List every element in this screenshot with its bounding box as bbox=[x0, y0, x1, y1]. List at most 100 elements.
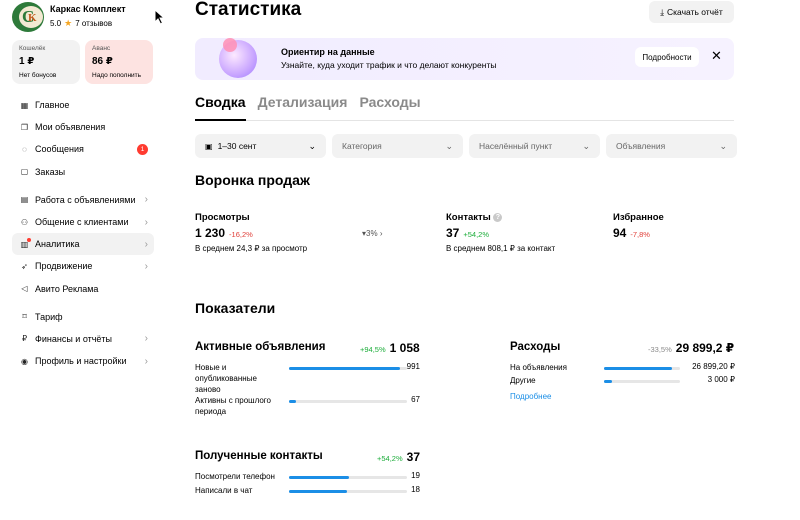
tab-details[interactable]: Детализация bbox=[258, 94, 348, 121]
page-title: Статистика bbox=[195, 0, 302, 20]
banner-details-button[interactable]: Подробности bbox=[635, 47, 699, 67]
period-select[interactable]: ▣ 1–30 сент ⌄ bbox=[195, 134, 326, 158]
wallet-card[interactable]: Кошелёк 1 ₽ Нет бонусов bbox=[12, 40, 80, 84]
sidebar-item-promotion[interactable]: ➶ Продвижение › bbox=[12, 255, 154, 277]
metric-row: Написали в чат 18 bbox=[195, 485, 420, 497]
sidebar-item-settings[interactable]: ◉ Профиль и настройки › bbox=[12, 350, 154, 372]
metric-row: Посмотрели телефон 19 bbox=[195, 471, 420, 483]
star-icon: ★ bbox=[64, 18, 73, 28]
rocket-icon: ➶ bbox=[21, 261, 28, 271]
category-select[interactable]: Категория ⌄ bbox=[332, 134, 463, 158]
expenses-header: Расходы bbox=[510, 341, 560, 353]
advance-value: 86 ₽ bbox=[92, 56, 113, 67]
sidebar-item-label: Общение с клиентами bbox=[35, 217, 129, 228]
row-value: 67 bbox=[411, 395, 420, 404]
megaphone-icon: ◁ bbox=[21, 284, 28, 294]
sidebar-item-label: Финансы и отчёты bbox=[35, 333, 113, 344]
sidebar-item-messages[interactable]: ◌ Сообщения 1 bbox=[12, 138, 154, 160]
conversion-rate[interactable]: ▾3% › bbox=[362, 229, 382, 238]
sidebar-item-work-listings[interactable]: ▤ Работа с объявлениями › bbox=[12, 189, 154, 211]
progress-fill bbox=[604, 380, 612, 383]
category-placeholder: Категория bbox=[342, 141, 382, 151]
sidebar-item-label: Авито Реклама bbox=[35, 283, 99, 294]
funnel-contacts: Контакты ? 37 +54,2% В среднем 808,1 ₽ з… bbox=[446, 212, 555, 253]
progress-bar bbox=[289, 367, 407, 370]
sidebar-item-listings[interactable]: ❐ Мои объявления bbox=[12, 116, 154, 138]
chevron-down-icon: ⌄ bbox=[445, 140, 453, 151]
expenses-summary: -33,5% 29 899,2 ₽ bbox=[648, 341, 734, 355]
row-label: Написали в чат bbox=[195, 486, 253, 495]
chevron-right-icon: › bbox=[144, 260, 148, 272]
expenses-change: -33,5% bbox=[648, 345, 672, 354]
row-value: 3 000 ₽ bbox=[707, 375, 735, 384]
progress-fill bbox=[289, 400, 297, 403]
info-icon[interactable]: ? bbox=[493, 213, 503, 222]
location-select[interactable]: Населённый пункт ⌄ bbox=[469, 134, 600, 158]
stats-tabs: Сводка Детализация Расходы bbox=[195, 94, 734, 121]
metric-row: Активны с прошлого периода 67 bbox=[195, 395, 420, 417]
metric-row: Другие 3 000 ₽ bbox=[510, 375, 735, 387]
progress-bar bbox=[289, 400, 407, 403]
sidebar-item-finance[interactable]: ₽ Финансы и отчёты › bbox=[12, 328, 154, 350]
row-label: Новые и опубликованные заново bbox=[195, 363, 257, 394]
metric-row: На объявления 26 899,20 ₽ bbox=[510, 362, 735, 374]
wallet-value: 1 ₽ bbox=[19, 56, 35, 67]
row-value: 991 bbox=[406, 362, 420, 371]
progress-bar bbox=[604, 367, 680, 370]
filters-bar: ▣ 1–30 сент ⌄ Категория ⌄ Населённый пун… bbox=[195, 134, 737, 158]
progress-fill bbox=[289, 367, 400, 370]
wallet-sub: Нет бонусов bbox=[19, 72, 57, 79]
row-label: Другие bbox=[510, 376, 536, 385]
received-contacts-header: Полученные контакты bbox=[195, 450, 323, 462]
sidebar-item-tariff[interactable]: ⌑ Тариф bbox=[12, 306, 154, 328]
promo-banner: Ориентир на данные Узнайте, куда уходит … bbox=[195, 38, 734, 80]
sidebar-item-label: Главное bbox=[35, 100, 70, 111]
row-value: 26 899,20 ₽ bbox=[692, 362, 735, 371]
box-icon: ▢ bbox=[20, 167, 29, 177]
chevron-down-icon: ⌄ bbox=[308, 140, 316, 151]
contacts-change: +54,2% bbox=[463, 230, 490, 239]
tag-icon: ⌑ bbox=[22, 312, 27, 322]
location-placeholder: Населённый пункт bbox=[479, 141, 553, 151]
listings-select[interactable]: Объявления ⌄ bbox=[606, 134, 737, 158]
company-logo: CK bbox=[12, 2, 44, 32]
sidebar-item-ads[interactable]: ◁ Авито Реклама bbox=[12, 278, 154, 300]
tab-expenses[interactable]: Расходы bbox=[359, 94, 420, 121]
chevron-right-icon: › bbox=[144, 333, 148, 345]
download-icon: ⤓ bbox=[660, 6, 665, 17]
progress-bar bbox=[289, 490, 407, 493]
expenses-details-link[interactable]: Подробнее bbox=[510, 392, 552, 401]
metric-row: Новые и опубликованные заново 991 bbox=[195, 362, 420, 394]
sidebar-item-label: Работа с объявлениями bbox=[35, 194, 136, 205]
tab-summary[interactable]: Сводка bbox=[195, 94, 246, 121]
chevron-right-icon: › bbox=[144, 238, 148, 250]
received-contacts-total: 37 bbox=[406, 450, 421, 464]
download-report-button[interactable]: ⤓ Скачать отчёт bbox=[649, 1, 734, 23]
active-listings-change: +94,5% bbox=[360, 345, 386, 354]
sidebar-item-analytics[interactable]: ▥ Аналитика › bbox=[12, 233, 154, 256]
close-icon[interactable]: ✕ bbox=[711, 48, 722, 64]
profile-rating[interactable]: 5.0 ★ 7 отзывов bbox=[50, 18, 126, 29]
favorites-change: -7,8% bbox=[630, 230, 650, 239]
views-value: 1 230 bbox=[195, 226, 226, 240]
profile-name[interactable]: Каркас Комплект bbox=[50, 4, 126, 14]
chevron-right-icon: › bbox=[144, 216, 148, 228]
active-listings-total: 1 058 bbox=[389, 341, 420, 355]
banner-subtitle: Узнайте, куда уходит трафик и что делают… bbox=[281, 60, 497, 70]
sidebar-item-clients[interactable]: ⚇ Общение с клиентами › bbox=[12, 211, 154, 233]
profile-header[interactable]: CK Каркас Комплект 5.0 ★ 7 отзывов bbox=[12, 2, 126, 32]
people-icon: ⚇ bbox=[20, 217, 29, 227]
sidebar-item-main[interactable]: ▦ Главное bbox=[12, 94, 154, 116]
advance-label: Аванс bbox=[92, 45, 111, 52]
advance-card[interactable]: Аванс 86 ₽ Надо пополнить bbox=[85, 40, 153, 84]
favorites-label: Избранное bbox=[613, 212, 664, 223]
funnel-title: Воронка продаж bbox=[195, 172, 310, 188]
chat-bubble-icon: ◌ bbox=[22, 144, 27, 154]
reviews-count: 7 отзывов bbox=[75, 19, 113, 28]
funnel-views: Просмотры 1 230 -16,2% В среднем 24,3 ₽ … bbox=[195, 212, 307, 253]
row-value: 18 bbox=[411, 485, 420, 494]
grid-icon: ▦ bbox=[20, 100, 29, 110]
sidebar-item-label: Заказы bbox=[35, 166, 66, 177]
sidebar-item-orders[interactable]: ▢ Заказы bbox=[12, 161, 154, 183]
banner-illustration-accent bbox=[223, 38, 237, 52]
